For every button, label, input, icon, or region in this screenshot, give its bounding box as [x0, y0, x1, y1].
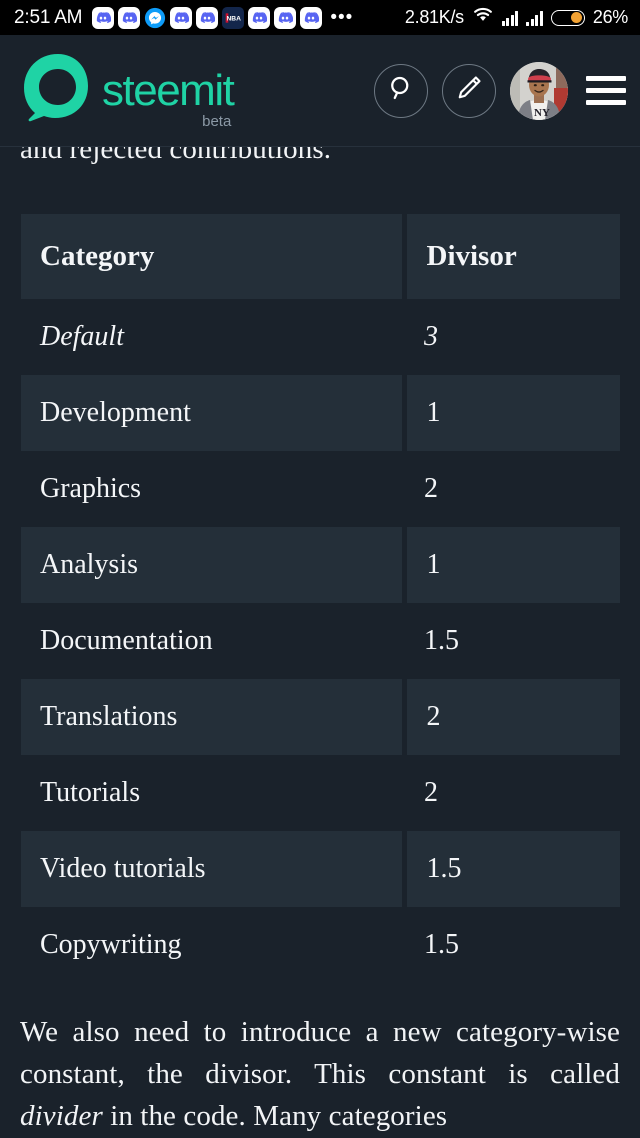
cell-category: Video tutorials	[20, 831, 404, 907]
cell-category: Copywriting	[40, 929, 182, 961]
table-row: Video tutorials 1.5	[20, 831, 620, 908]
status-bar-clock: 2:51 AM	[14, 6, 83, 28]
cell-divisor: 2	[424, 777, 438, 809]
cell-category: Graphics	[40, 473, 142, 505]
table-header: Category Divisor	[20, 214, 620, 300]
status-bar-right: 2.81K/s 26%	[405, 6, 628, 29]
cell-category: Documentation	[40, 625, 213, 657]
battery-icon	[550, 9, 585, 26]
cell-category: Development	[20, 375, 404, 451]
cell-divisor: 1	[401, 375, 620, 452]
nba-icon: NBA	[222, 6, 245, 29]
svg-text:NBA: NBA	[227, 15, 242, 22]
table-row: Translations 2	[20, 679, 620, 756]
steemit-mark-icon	[20, 50, 92, 131]
cell-divisor: 1.5	[424, 929, 459, 961]
cellular-signal-1-icon	[501, 10, 519, 26]
wifi-icon	[472, 6, 494, 29]
cell-divisor: 1.5	[424, 625, 459, 657]
hamburger-menu-icon[interactable]	[586, 76, 626, 105]
avatar[interactable]: NY	[510, 61, 568, 120]
table-body: Default 3 Development 1 Graphics 2 Analysis 1 Do…	[20, 299, 620, 984]
paragraph-below-table: We also need to introduce a new category…	[20, 1011, 620, 1137]
cell-category: Translations	[20, 679, 404, 755]
more-notifications-icon: •••	[330, 6, 354, 28]
column-header-divisor: Divisor	[401, 214, 620, 300]
paragraph-text-part-1: We also need to introduce a new category…	[20, 1016, 620, 1091]
table-row: Default 3	[20, 299, 620, 376]
battery-percent-label: 26%	[592, 7, 628, 27]
compose-button[interactable]	[442, 63, 496, 118]
brand-name-label: steemit	[102, 65, 235, 115]
paragraph-emphasis-divider: divider	[20, 1100, 103, 1133]
cell-category: Tutorials	[40, 777, 141, 809]
table-row: Analysis 1	[20, 527, 620, 604]
discord-icon	[248, 6, 271, 29]
table-header-row: Category Divisor	[20, 214, 620, 300]
steemit-logo[interactable]: steemit beta	[20, 50, 235, 131]
table-row: Copywriting 1.5	[20, 907, 620, 984]
post-content: and rejected contributions. Category Div…	[0, 147, 640, 1137]
discord-icon	[196, 6, 219, 29]
column-header-category: Category	[20, 214, 404, 299]
cell-divisor: 2	[424, 473, 438, 505]
table-row: Tutorials 2	[20, 755, 620, 832]
app-header-actions: NY	[374, 61, 626, 120]
network-speed-label: 2.81K/s	[404, 7, 464, 27]
app-header: steemit beta NY	[0, 35, 640, 147]
cell-divisor: 1.5	[401, 831, 620, 908]
table-row: Graphics 2	[20, 451, 620, 528]
paragraph-text-part-2: in the code. Many categories	[102, 1100, 448, 1133]
cellular-signal-2-icon	[526, 10, 543, 26]
pencil-icon	[454, 73, 484, 108]
messenger-icon	[144, 7, 166, 29]
cell-divisor: 2	[401, 679, 620, 756]
category-divisor-table: Category Divisor Default 3 Development 1 Gra…	[20, 214, 620, 984]
svg-text:NY: NY	[534, 107, 550, 119]
cell-category: Analysis	[20, 527, 404, 603]
cell-divisor: 3	[424, 321, 438, 353]
paragraph-above-table: and rejected contributions.	[20, 147, 332, 165]
search-icon	[386, 73, 416, 108]
discord-icon	[170, 6, 193, 29]
discord-icon	[92, 6, 115, 29]
table-row: Documentation 1.5	[20, 603, 620, 680]
discord-icon	[274, 6, 297, 29]
cell-divisor: 1	[401, 527, 620, 604]
notification-icons: NBA •••	[92, 6, 354, 29]
discord-icon	[118, 6, 141, 29]
status-bar: 2:51 AM NBA ••• 2.81K/s 26%	[0, 0, 640, 35]
table-row: Development 1	[20, 375, 620, 452]
search-button[interactable]	[374, 63, 428, 118]
brand-beta-label: beta	[202, 112, 232, 130]
discord-icon	[300, 6, 323, 29]
cell-category: Default	[40, 321, 124, 353]
